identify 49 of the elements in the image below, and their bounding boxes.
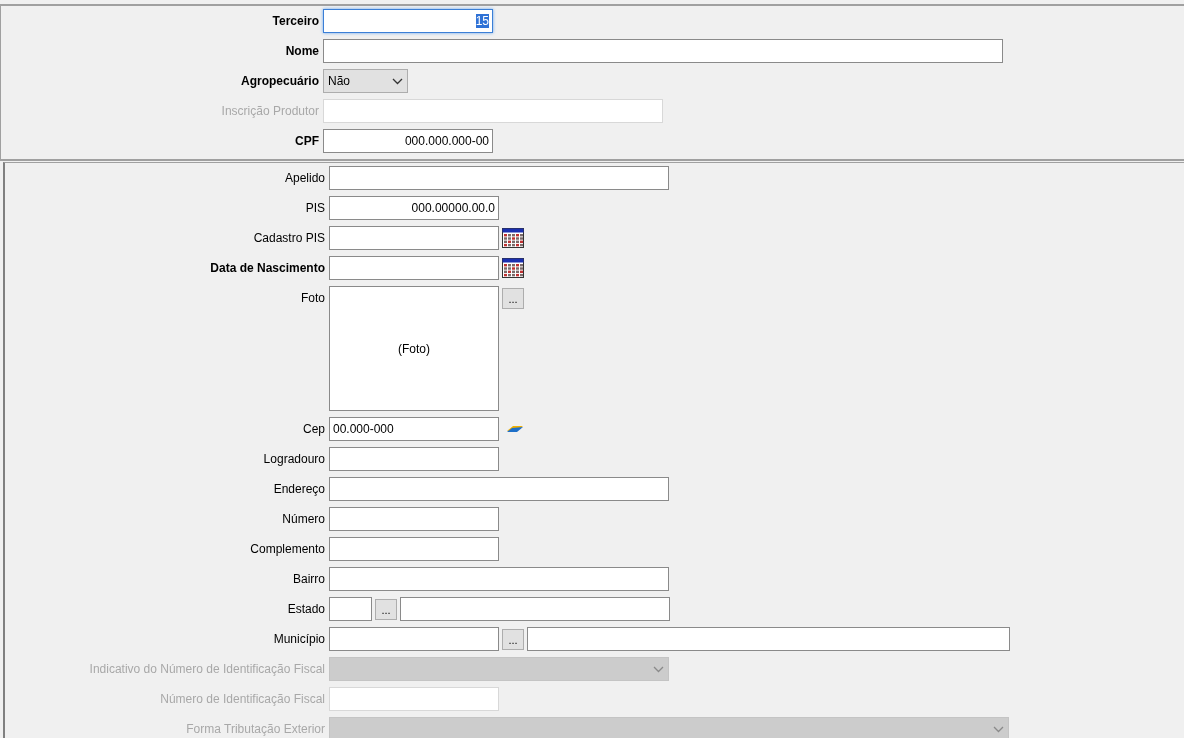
cep-field[interactable]: 00.000-000 [329, 417, 499, 441]
field-label: Data de Nascimento [210, 260, 325, 277]
description-field[interactable] [527, 627, 1010, 651]
calendar-icon[interactable] [502, 228, 524, 248]
field-label: PIS [305, 200, 325, 217]
description-field[interactable] [400, 597, 670, 621]
field-label: Município [273, 631, 325, 648]
text-field[interactable]: 15 [323, 9, 493, 33]
date-field[interactable] [329, 256, 499, 280]
lookup-button[interactable]: ... [502, 629, 524, 650]
calendar-icon[interactable] [502, 258, 524, 278]
text-field[interactable] [329, 507, 499, 531]
text-field[interactable]: 000.000.000-00 [323, 129, 493, 153]
text-field[interactable] [329, 567, 669, 591]
field-label: Nome [285, 43, 319, 60]
field-label: Número [282, 511, 325, 528]
dropdown[interactable]: Não [323, 69, 408, 93]
field-label: Inscrição Produtor [221, 103, 319, 120]
field-label: Cep [303, 421, 325, 438]
field-label: Número de Identificação Fiscal [160, 691, 325, 708]
text-field[interactable] [329, 537, 499, 561]
text-field[interactable] [329, 477, 669, 501]
field-label: Estado [287, 601, 325, 618]
text-field[interactable] [329, 166, 669, 190]
field-label: Apelido [284, 170, 325, 187]
field-label: Endereço [273, 481, 325, 498]
photo-box[interactable]: (Foto) [329, 286, 499, 411]
text-field[interactable]: 000.00000.00.0 [329, 196, 499, 220]
date-field[interactable] [329, 226, 499, 250]
field-label: Logradouro [263, 451, 325, 468]
field-label: Indicativo do Número de Identificação Fiscal [89, 661, 325, 678]
photo-placeholder: (Foto) [398, 341, 430, 356]
text-field[interactable] [329, 447, 499, 471]
chevron-down-icon [993, 725, 1004, 733]
field-label: CPF [295, 133, 319, 150]
field-label: Agropecuário [241, 73, 319, 90]
field-label: Forma Tributação Exterior [186, 721, 325, 738]
code-field[interactable] [329, 597, 372, 621]
lookup-button[interactable]: ... [375, 599, 397, 620]
browse-button[interactable]: ... [502, 288, 524, 309]
field-label: Cadastro PIS [253, 230, 325, 247]
field-label: Bairro [293, 571, 325, 588]
chevron-down-icon [653, 665, 664, 673]
code-field[interactable] [329, 627, 499, 651]
chevron-down-icon [392, 77, 403, 85]
field-label: Foto [301, 290, 325, 307]
field-label: Complemento [250, 541, 325, 558]
text-field[interactable] [323, 39, 1003, 63]
field-label: Terceiro [272, 13, 319, 30]
